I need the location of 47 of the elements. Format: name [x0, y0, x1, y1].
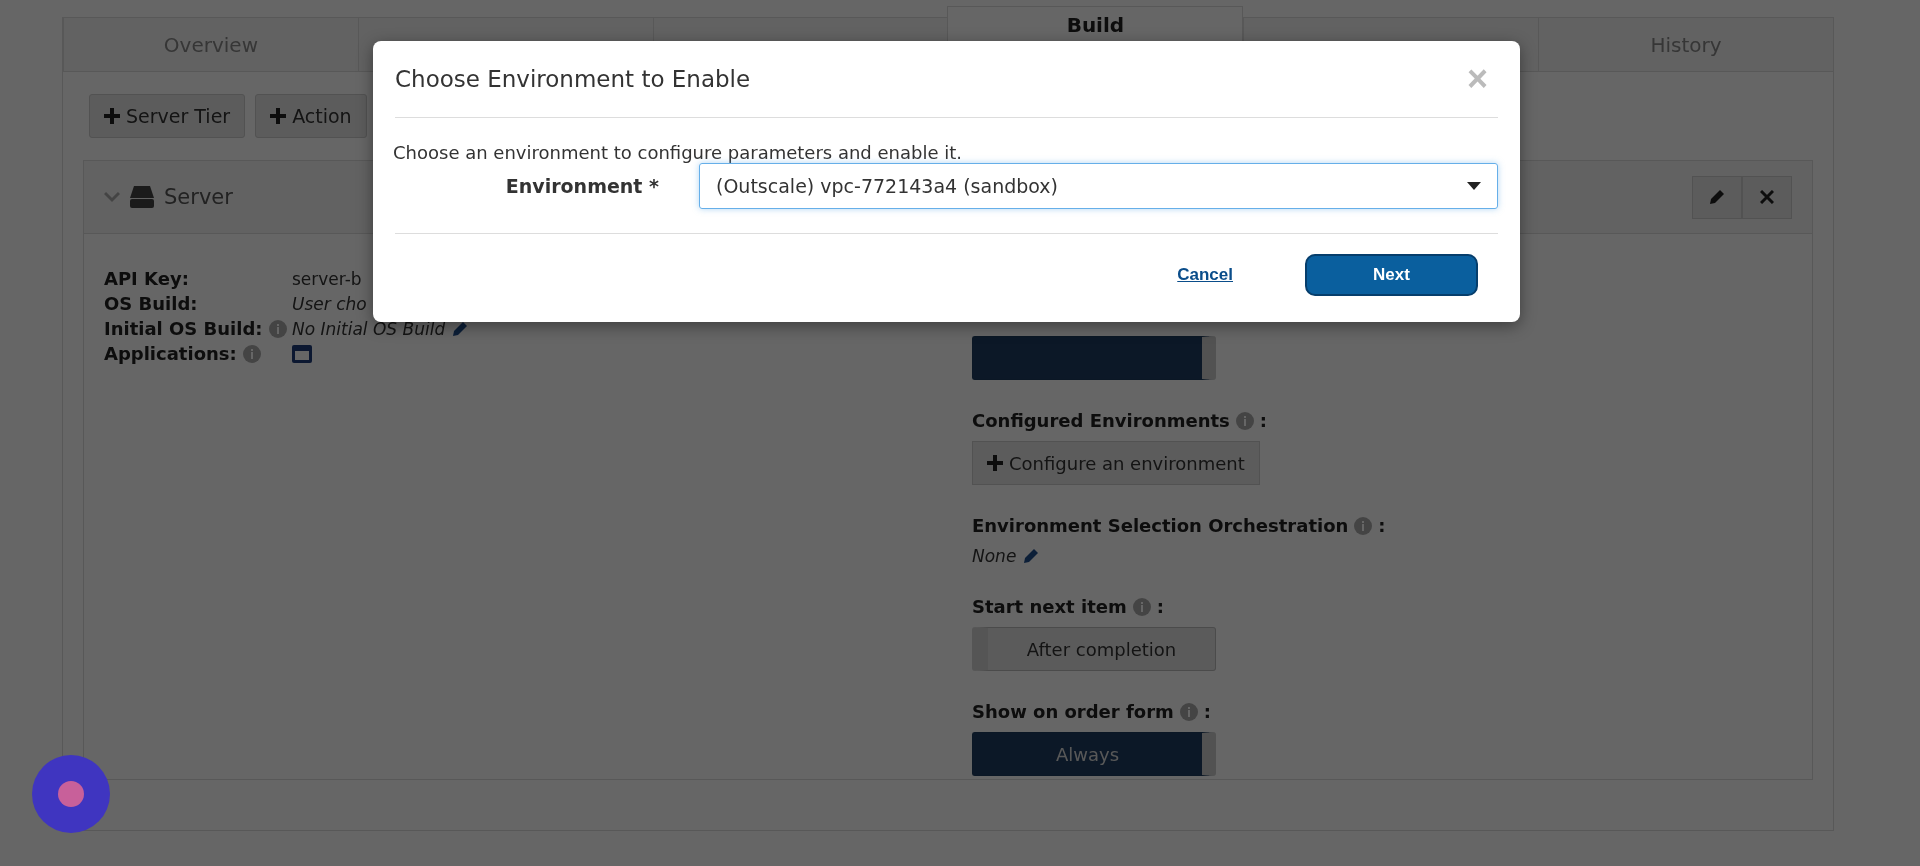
colon: : [1259, 410, 1268, 431]
setting-value: None [972, 546, 1017, 566]
edit-button[interactable] [1692, 175, 1742, 219]
info-icon [1235, 411, 1254, 430]
toggle-switch[interactable]: After completion [972, 627, 1216, 671]
dialog-message: Choose an environment to configure parameters and enable it. [393, 142, 963, 163]
plus-icon [270, 108, 287, 124]
info-icon [1179, 702, 1198, 721]
configure-button[interactable]: Configure an environment [972, 441, 1260, 485]
setting-label: Start next item [972, 596, 1127, 617]
close-button[interactable]: × [1456, 58, 1498, 100]
property-label: API Key: [104, 268, 189, 289]
plus-icon [104, 108, 120, 124]
close-button[interactable] [1742, 175, 1792, 219]
cancel-link[interactable]: Cancel [1177, 265, 1233, 285]
setting-label: Environment Selection Orchestration [972, 515, 1349, 536]
toggle-switch[interactable] [972, 336, 1216, 380]
toolbar-button[interactable]: Server Tier [89, 94, 246, 138]
info-icon [1132, 597, 1151, 616]
property-value: server-b [292, 268, 362, 289]
setting-label: Show on order form [972, 701, 1174, 722]
chevron-icon[interactable] [104, 191, 120, 203]
toolbar-button[interactable]: Action [255, 94, 367, 138]
hard-drive-icon [130, 186, 154, 208]
property-label: Initial OS Build: [104, 318, 263, 339]
next-button[interactable]: Next [1305, 254, 1478, 296]
pencil-icon[interactable] [451, 319, 470, 338]
property-value: User cho [292, 293, 367, 314]
property-value: No Initial OS Build [292, 318, 446, 339]
dialog-title: Choose Environment to Enable [395, 66, 751, 92]
caret-icon [1467, 182, 1481, 190]
close-icon [1760, 190, 1774, 204]
field-label: Environment * [504, 175, 659, 197]
setting-label: Configured Environments [972, 410, 1230, 431]
property-label: OS Build: [104, 293, 198, 314]
info-icon [268, 319, 287, 338]
panel-title: Server [164, 185, 233, 209]
property-label: Applications: [104, 343, 237, 364]
colon: : [1156, 596, 1164, 617]
colon: : [1203, 701, 1211, 722]
colon: : [1378, 515, 1386, 536]
info-icon [1354, 516, 1373, 535]
environment-select[interactable]: (Outscale) vpc-772143a4 (sandbox) [699, 163, 1498, 209]
info-icon [242, 344, 261, 363]
plus-icon [987, 455, 1003, 471]
toggle-switch[interactable]: Always [972, 732, 1216, 776]
window-icon[interactable] [292, 344, 312, 363]
